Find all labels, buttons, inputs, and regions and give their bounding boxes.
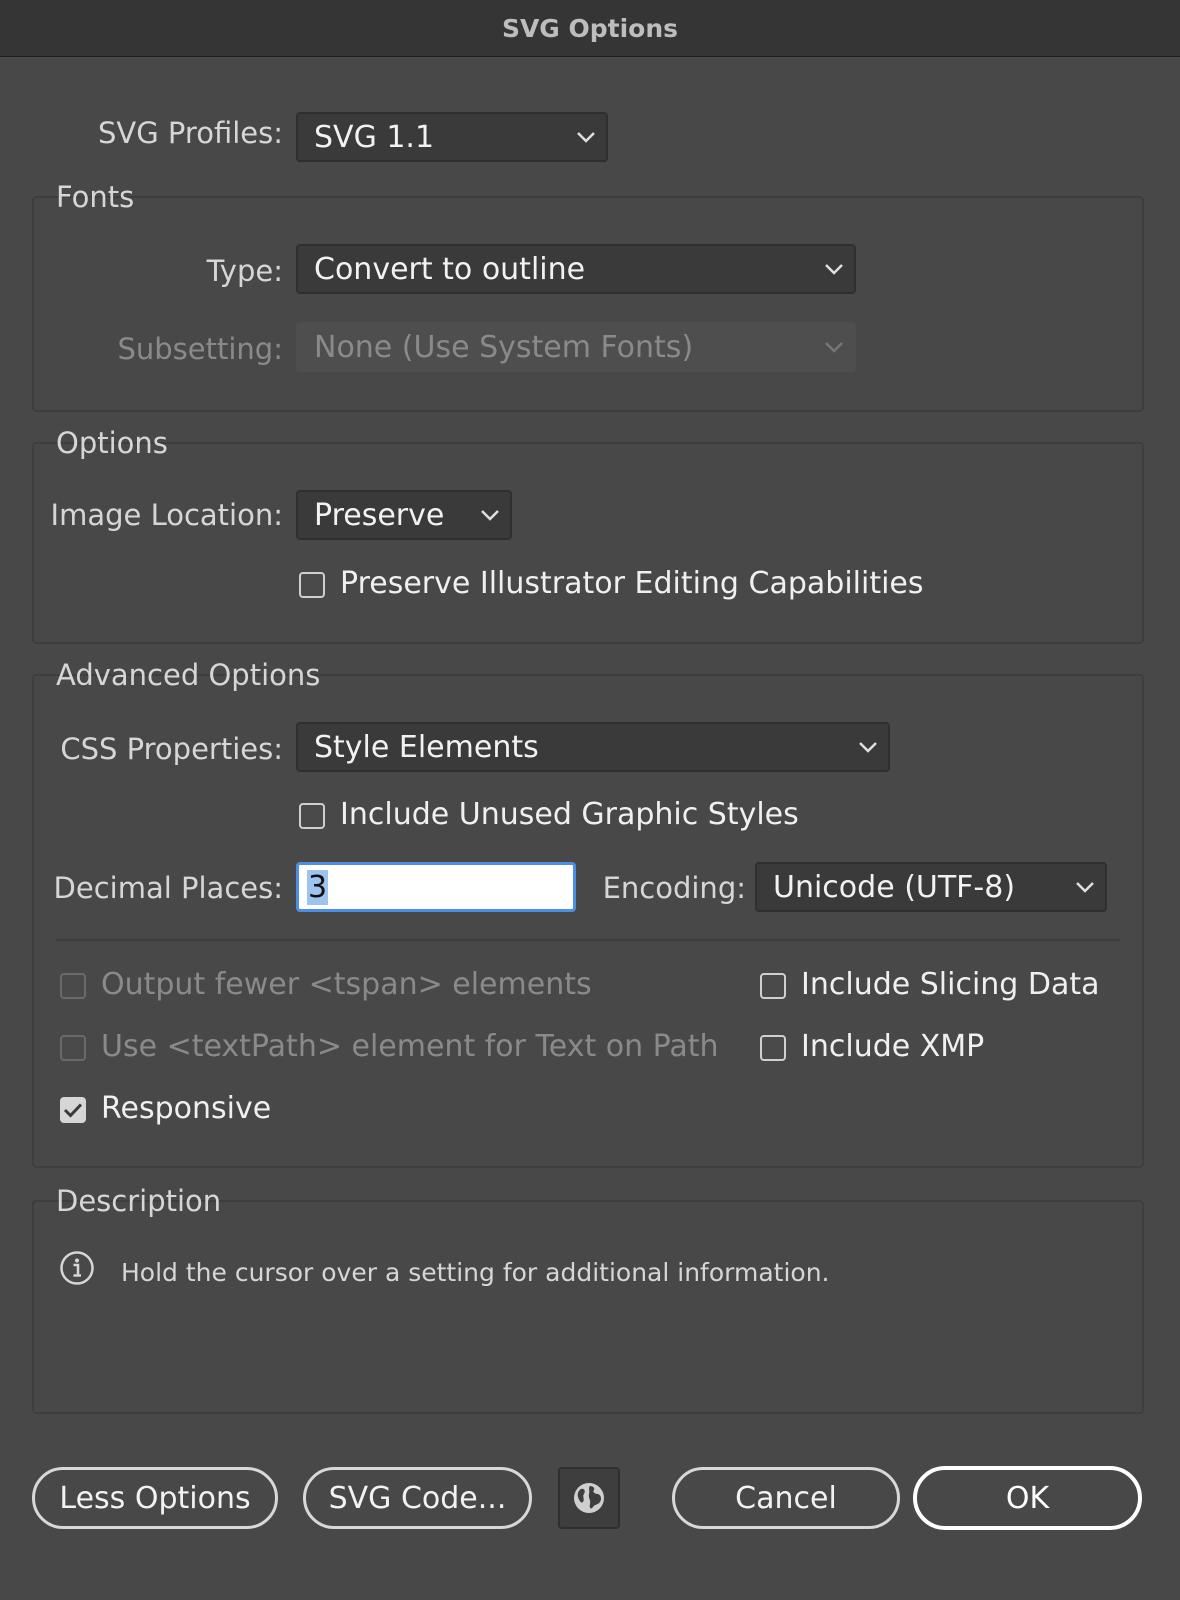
xmp-checkbox[interactable] <box>760 1035 786 1061</box>
slicing-data-label: Include Slicing Data <box>801 967 1100 1002</box>
unused-styles-label: Include Unused Graphic Styles <box>340 797 799 832</box>
preserve-editing-label: Preserve Illustrator Editing Capabilitie… <box>340 566 924 601</box>
info-icon <box>59 1250 95 1290</box>
textpath-checkbox[interactable] <box>60 1035 86 1061</box>
css-properties-select[interactable]: Style Elements <box>296 722 890 772</box>
svg-code-button[interactable]: SVG Code... <box>303 1467 532 1529</box>
cancel-button[interactable]: Cancel <box>672 1467 900 1529</box>
svg-profiles-value: SVG 1.1 <box>314 119 435 155</box>
dialog-title: SVG Options <box>0 0 1180 57</box>
tspan-checkbox[interactable] <box>60 973 86 999</box>
chevron-down-icon <box>848 724 888 770</box>
chevron-down-icon <box>814 246 854 292</box>
svg-profiles-select[interactable]: SVG 1.1 <box>296 112 608 162</box>
description-group-title: Description <box>56 1184 222 1218</box>
svg-profiles-label: SVG Profiles: <box>98 116 283 150</box>
fonts-group <box>32 196 1144 412</box>
encoding-value: Unicode (UTF-8) <box>773 869 1016 905</box>
font-type-select[interactable]: Convert to outline <box>296 244 856 294</box>
type-label: Type: <box>206 254 283 288</box>
fonts-group-title: Fonts <box>56 180 135 214</box>
subsetting-select[interactable]: None (Use System Fonts) <box>296 322 856 372</box>
description-text: Hold the cursor over a setting for addit… <box>121 1258 830 1287</box>
preserve-editing-checkbox[interactable] <box>299 572 325 598</box>
tspan-label: Output fewer <tspan> elements <box>101 967 592 1002</box>
globe-icon <box>574 1483 604 1513</box>
chevron-down-icon <box>814 324 854 370</box>
less-options-button[interactable]: Less Options <box>32 1467 278 1529</box>
check-icon <box>63 1103 83 1118</box>
chevron-down-icon <box>470 492 510 538</box>
css-properties-value: Style Elements <box>314 729 539 765</box>
options-group <box>32 442 1144 644</box>
css-properties-label: CSS Properties: <box>60 732 283 766</box>
subsetting-value: None (Use System Fonts) <box>314 329 694 365</box>
image-location-value: Preserve <box>314 497 445 533</box>
chevron-down-icon <box>566 114 606 160</box>
advanced-divider <box>56 939 1120 941</box>
ok-button[interactable]: OK <box>913 1466 1142 1530</box>
svg-options-dialog: SVG Options SVG Profiles: SVG 1.1 Fonts … <box>0 0 1180 1600</box>
decimal-places-input[interactable]: 3 <box>296 862 576 912</box>
image-location-label: Image Location: <box>50 498 283 532</box>
image-location-select[interactable]: Preserve <box>296 490 512 540</box>
encoding-label: Encoding: <box>602 871 746 905</box>
decimal-places-label: Decimal Places: <box>53 871 283 905</box>
chevron-down-icon <box>1065 864 1105 910</box>
subsetting-label: Subsetting: <box>117 332 283 366</box>
advanced-options-group-title: Advanced Options <box>56 658 321 692</box>
responsive-label: Responsive <box>101 1091 272 1126</box>
slicing-data-checkbox[interactable] <box>760 973 786 999</box>
options-group-title: Options <box>56 426 168 460</box>
responsive-checkbox[interactable] <box>60 1097 86 1123</box>
description-group <box>32 1200 1144 1414</box>
unused-styles-checkbox[interactable] <box>299 803 325 829</box>
encoding-select[interactable]: Unicode (UTF-8) <box>755 862 1107 912</box>
textpath-label: Use <textPath> element for Text on Path <box>101 1029 719 1064</box>
xmp-label: Include XMP <box>801 1029 985 1064</box>
web-preview-button[interactable] <box>558 1467 620 1529</box>
font-type-value: Convert to outline <box>314 251 586 287</box>
decimal-places-value: 3 <box>307 869 329 905</box>
